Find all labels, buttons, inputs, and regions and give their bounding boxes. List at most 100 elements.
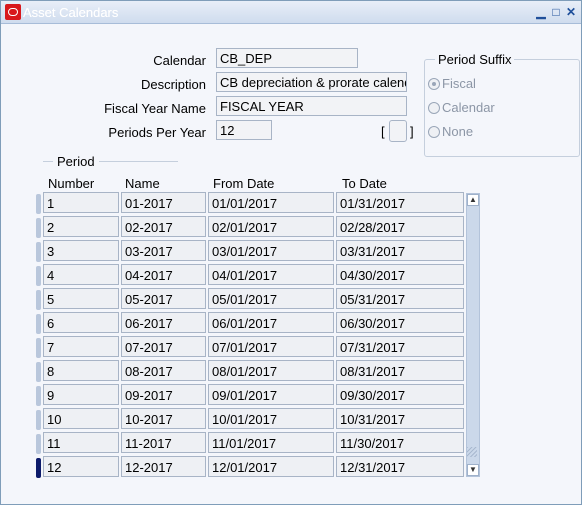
row-selector[interactable] [36,314,41,334]
cell-name[interactable]: 08-2017 [121,360,206,381]
cell-number[interactable]: 3 [43,240,119,261]
radio-calendar[interactable] [428,102,440,114]
maximize-icon[interactable]: □ [549,5,563,19]
cell-from-date[interactable]: 12/01/2017 [208,456,334,477]
table-row[interactable]: 4 04-2017 04/01/2017 04/30/2017 [1,263,481,287]
header-to-date: To Date [342,176,387,191]
cell-to-date[interactable]: 04/30/2017 [336,264,464,285]
period-scrollbar[interactable]: ▲ ▼ [466,193,480,477]
period-suffix-group: Period Suffix Fiscal Calendar None [424,52,580,157]
cell-from-date[interactable]: 05/01/2017 [208,288,334,309]
description-label: Description [140,77,206,92]
cell-to-date[interactable]: 01/31/2017 [336,192,464,213]
row-selector[interactable] [36,410,41,430]
cell-number[interactable]: 6 [43,312,119,333]
radio-fiscal[interactable] [428,78,440,90]
descriptive-flexfield[interactable] [389,120,407,142]
row-selector[interactable] [36,242,41,262]
table-row[interactable]: 2 02-2017 02/01/2017 02/28/2017 [1,215,481,239]
table-row[interactable]: 7 07-2017 07/01/2017 07/31/2017 [1,335,481,359]
table-row[interactable]: 12 12-2017 12/01/2017 12/31/2017 [1,455,481,479]
cell-from-date[interactable]: 06/01/2017 [208,312,334,333]
cell-number[interactable]: 12 [43,456,119,477]
cell-number[interactable]: 4 [43,264,119,285]
period-group-title: Period [53,154,99,169]
cell-from-date[interactable]: 08/01/2017 [208,360,334,381]
cell-name[interactable]: 01-2017 [121,192,206,213]
calendar-field[interactable]: CB_DEP [216,48,358,68]
cell-name[interactable]: 12-2017 [121,456,206,477]
cell-name[interactable]: 09-2017 [121,384,206,405]
table-row[interactable]: 10 10-2017 10/01/2017 10/31/2017 [1,407,481,431]
row-selector[interactable] [36,338,41,358]
cell-to-date[interactable]: 12/31/2017 [336,456,464,477]
radio-fiscal-label: Fiscal [442,76,476,91]
cell-number[interactable]: 7 [43,336,119,357]
cell-number[interactable]: 9 [43,384,119,405]
cell-number[interactable]: 11 [43,432,119,453]
row-selector[interactable] [36,194,41,214]
header-number: Number [48,176,95,191]
cell-from-date[interactable]: 04/01/2017 [208,264,334,285]
cell-to-date[interactable]: 03/31/2017 [336,240,464,261]
table-row[interactable]: 11 11-2017 11/01/2017 11/30/2017 [1,431,481,455]
periods-per-year-label: Periods Per Year [108,125,206,140]
cell-number[interactable]: 8 [43,360,119,381]
cell-name[interactable]: 05-2017 [121,288,206,309]
scroll-down-icon[interactable]: ▼ [467,464,479,476]
row-selector[interactable] [36,218,41,238]
calendar-label: Calendar [153,53,206,68]
cell-to-date[interactable]: 05/31/2017 [336,288,464,309]
cell-to-date[interactable]: 06/30/2017 [336,312,464,333]
row-selector[interactable] [36,362,41,382]
cell-number[interactable]: 2 [43,216,119,237]
table-row[interactable]: 1 01-2017 01/01/2017 01/31/2017 [1,191,481,215]
cell-from-date[interactable]: 02/01/2017 [208,216,334,237]
bracket-left: [ [381,124,385,139]
row-selector[interactable] [36,458,41,478]
cell-to-date[interactable]: 02/28/2017 [336,216,464,237]
minimize-icon[interactable]: ▁ [534,5,548,19]
cell-to-date[interactable]: 09/30/2017 [336,384,464,405]
cell-to-date[interactable]: 07/31/2017 [336,336,464,357]
row-selector[interactable] [36,290,41,310]
row-selector[interactable] [36,434,41,454]
cell-number[interactable]: 5 [43,288,119,309]
close-icon[interactable]: ✕ [564,5,578,19]
cell-from-date[interactable]: 07/01/2017 [208,336,334,357]
cell-name[interactable]: 02-2017 [121,216,206,237]
cell-from-date[interactable]: 03/01/2017 [208,240,334,261]
fiscal-year-field[interactable]: FISCAL YEAR [216,96,407,116]
radio-none-label: None [442,124,474,139]
table-row[interactable]: 5 05-2017 05/01/2017 05/31/2017 [1,287,481,311]
table-row[interactable]: 6 06-2017 06/01/2017 06/30/2017 [1,311,481,335]
cell-name[interactable]: 06-2017 [121,312,206,333]
scroll-up-icon[interactable]: ▲ [467,194,479,206]
cell-name[interactable]: 11-2017 [121,432,206,453]
cell-from-date[interactable]: 09/01/2017 [208,384,334,405]
cell-to-date[interactable]: 11/30/2017 [336,432,464,453]
row-selector[interactable] [36,386,41,406]
cell-from-date[interactable]: 11/01/2017 [208,432,334,453]
bracket-right: ] [410,124,414,139]
cell-from-date[interactable]: 01/01/2017 [208,192,334,213]
scroll-grip-icon [467,445,479,459]
window-title: Asset Calendars [23,5,119,20]
header-from-date: From Date [213,176,275,191]
cell-name[interactable]: 04-2017 [121,264,206,285]
row-selector[interactable] [36,266,41,286]
cell-number[interactable]: 10 [43,408,119,429]
cell-name[interactable]: 10-2017 [121,408,206,429]
table-row[interactable]: 3 03-2017 03/01/2017 03/31/2017 [1,239,481,263]
radio-none[interactable] [428,126,440,138]
table-row[interactable]: 8 08-2017 08/01/2017 08/31/2017 [1,359,481,383]
cell-from-date[interactable]: 10/01/2017 [208,408,334,429]
cell-number[interactable]: 1 [43,192,119,213]
description-field[interactable]: CB depreciation & prorate calendar [216,72,407,92]
cell-to-date[interactable]: 08/31/2017 [336,360,464,381]
cell-to-date[interactable]: 10/31/2017 [336,408,464,429]
cell-name[interactable]: 07-2017 [121,336,206,357]
table-row[interactable]: 9 09-2017 09/01/2017 09/30/2017 [1,383,481,407]
periods-per-year-field[interactable]: 12 [216,120,272,140]
cell-name[interactable]: 03-2017 [121,240,206,261]
